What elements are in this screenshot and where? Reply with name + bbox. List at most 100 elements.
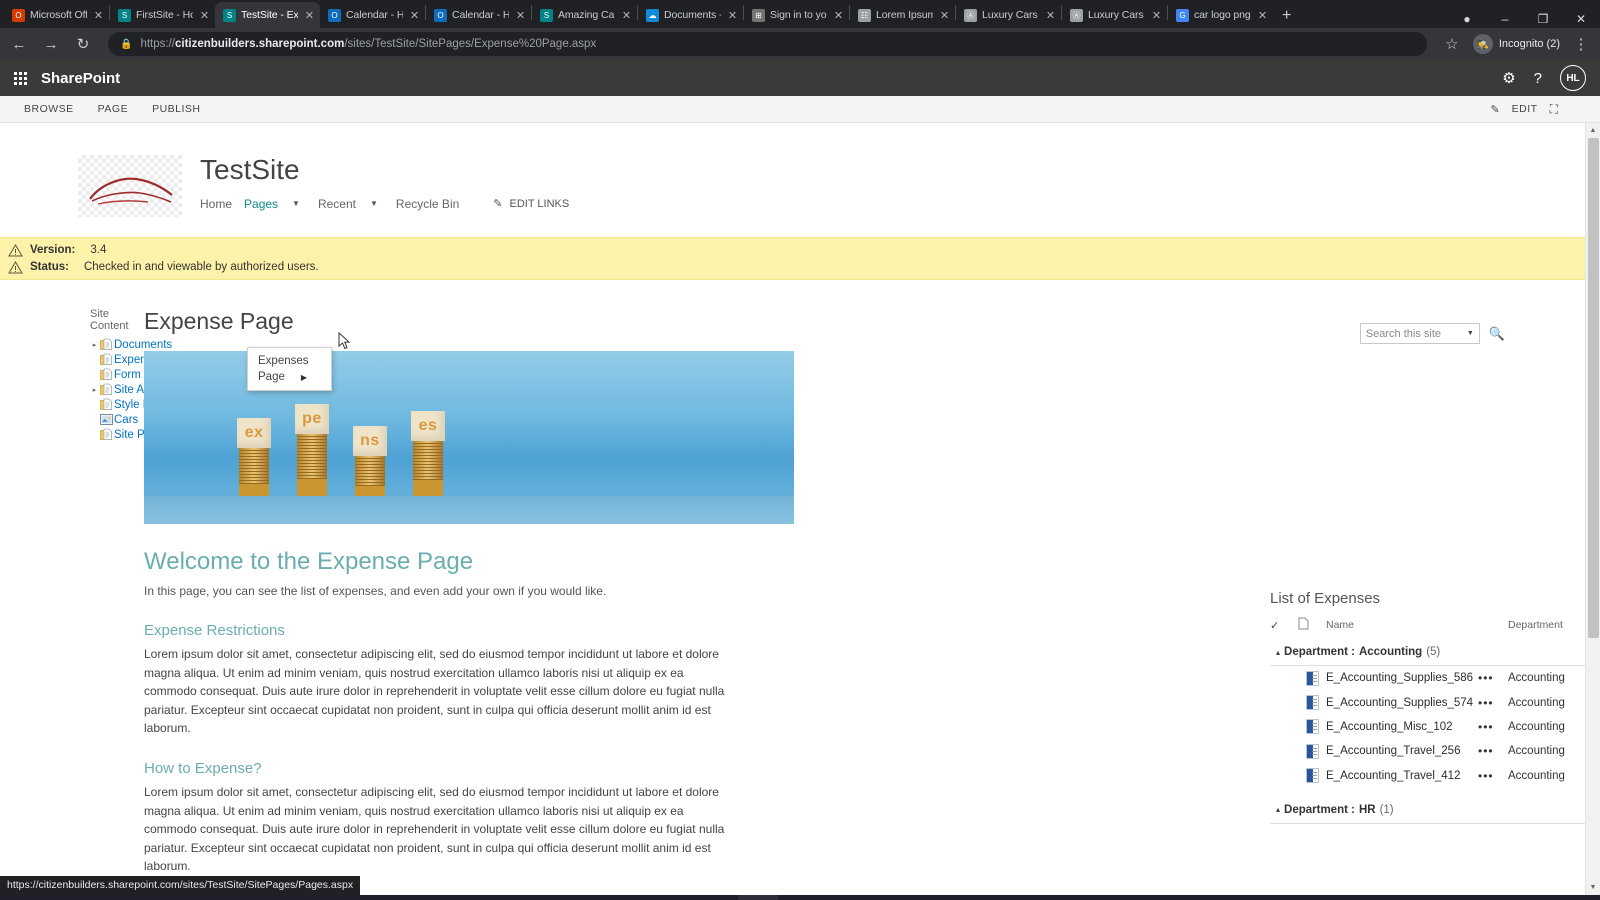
forward-button[interactable]: → [40,36,62,53]
close-button[interactable]: ✕ [1562,12,1600,26]
browser-tab[interactable]: ⒶLuxury Cars -✕ [1062,2,1167,28]
edge-icon[interactable] [418,895,458,900]
incognito-indicator[interactable]: 🕵 Incognito (2) [1473,34,1560,54]
scroll-up-arrow[interactable]: ▲ [1586,123,1600,138]
quick-launch-item-expenses[interactable]: Expenses [90,352,142,367]
row-menu-ellipsis[interactable]: ••• [1478,696,1508,710]
expense-group-header[interactable]: ▴Department : Accounting (5) [1270,640,1600,666]
obs-icon[interactable] [818,895,858,900]
close-icon[interactable]: ✕ [1044,9,1057,22]
quick-launch-item-site-assets[interactable]: ▸Site Assets [90,382,142,397]
paint3d-icon[interactable] [658,895,698,900]
profile-icon[interactable]: ● [1448,12,1486,26]
new-tab-button[interactable]: + [1273,7,1300,25]
site-nav-item-recent[interactable]: Recent [318,193,368,215]
page-scrollbar[interactable]: ▲ ▼ [1585,123,1600,895]
close-icon[interactable]: ✕ [1150,9,1163,22]
chrome-icon[interactable] [738,895,778,900]
expense-group-header[interactable]: ▴Department : HR (1) [1270,798,1600,824]
cortana-icon[interactable] [338,895,378,900]
browser-tab[interactable]: OMicrosoft Offi✕ [4,2,109,28]
search-input[interactable]: Search this site ▼ [1360,323,1480,344]
search-icon[interactable]: 🔍 [1480,326,1505,342]
quick-launch-item-cars[interactable]: Cars [90,412,142,427]
quick-launch-item-form-templates[interactable]: Form Templates [90,367,142,382]
chevron-down-icon[interactable]: ▼ [1467,330,1474,337]
expand-triangle-icon[interactable]: ▸ [90,341,99,349]
scrollbar-thumb[interactable] [1588,138,1599,638]
expense-file-name[interactable]: E_Accounting_Supplies_574 [1326,697,1478,709]
collapse-triangle-icon[interactable]: ▴ [1276,805,1280,814]
folder-icon[interactable] [858,895,898,900]
edit-links-button[interactable]: ✎EDIT LINKS [493,197,569,210]
expense-file-name[interactable]: E_Accounting_Travel_412 [1326,770,1478,782]
linkedin-icon[interactable]: L [538,895,578,900]
help-icon[interactable]: ? [1534,70,1542,87]
expense-file-name[interactable]: E_Accounting_Misc_102 [1326,721,1478,733]
close-icon[interactable]: ✕ [726,9,739,22]
dropdown-item-page[interactable]: Page ▶ [248,369,331,385]
row-menu-ellipsis[interactable]: ••• [1478,769,1508,783]
table-row[interactable]: E_Accounting_Travel_256•••Accounting [1270,739,1600,763]
edit-button[interactable]: EDIT [1512,103,1538,115]
table-row[interactable]: E_Accounting_Travel_412•••Accounting [1270,764,1600,788]
table-row[interactable]: E_Accounting_Supplies_574•••Accounting [1270,690,1600,714]
browser-tab[interactable]: Gcar logo png✕ [1168,2,1273,28]
browser-tab[interactable]: ⒶLuxury Cars -✕ [956,2,1061,28]
browser-tab[interactable]: SAmazing Cars✕ [532,2,637,28]
browser-tab[interactable]: SFirstSite - Hon✕ [110,2,215,28]
row-menu-ellipsis[interactable]: ••• [1478,720,1508,734]
expand-triangle-icon[interactable]: ▸ [90,386,99,394]
site-nav-item-recycle-bin[interactable]: Recycle Bin [396,193,471,215]
quick-launch-item-site-pages[interactable]: Site Pages [90,427,142,442]
file-explorer-icon[interactable] [458,895,498,900]
task-view-icon[interactable] [378,895,418,900]
minimize-button[interactable]: – [1486,12,1524,26]
scroll-down-arrow[interactable]: ▼ [1586,880,1600,895]
microsoft-store-icon[interactable] [498,895,538,900]
close-icon[interactable]: ✕ [1256,9,1269,22]
address-bar[interactable]: 🔒 https://citizenbuilders.sharepoint.com… [108,32,1427,56]
table-row[interactable]: E_Accounting_Supplies_586•••Accounting [1270,666,1600,690]
browser-tab[interactable]: ☷Lorem Ipsum✕ [850,2,955,28]
ribbon-tab-publish[interactable]: PUBLISH [152,103,200,115]
ribbon-tab-browse[interactable]: BROWSE [24,103,74,115]
red-24-app-icon[interactable]: 24 [698,895,738,900]
reload-button[interactable]: ↻ [72,35,94,53]
chevron-down-icon[interactable]: ▼ [368,195,396,212]
ribbon-tab-page[interactable]: PAGE [98,103,128,115]
dropdown-item-expenses[interactable]: Expenses [248,353,331,369]
browser-tab[interactable]: OCalendar - He✕ [426,2,531,28]
close-icon[interactable]: ✕ [620,9,633,22]
expense-file-name[interactable]: E_Accounting_Supplies_586 [1326,672,1478,684]
chrome-menu-button[interactable]: ⋮ [1570,35,1592,53]
onenote-icon[interactable]: N [778,895,818,900]
close-icon[interactable]: ✕ [832,9,845,22]
row-menu-ellipsis[interactable]: ••• [1478,671,1508,685]
avatar[interactable]: HL [1560,65,1586,91]
mail-icon[interactable] [578,895,618,900]
close-icon[interactable]: ✕ [938,9,951,22]
back-button[interactable]: ← [8,36,30,53]
site-nav-item-pages[interactable]: Pages [244,193,290,215]
sharepoint-brand[interactable]: SharePoint [41,70,120,87]
quick-launch-item-documents[interactable]: ▸Documents [90,337,142,352]
close-icon[interactable]: ✕ [198,9,211,22]
bookmark-star-icon[interactable]: ☆ [1441,35,1463,53]
chevron-down-icon[interactable]: ▼ [290,195,318,212]
quick-launch-item-style-library[interactable]: Style Library [90,397,142,412]
table-row[interactable]: E_Accounting_Misc_102•••Accounting [1270,715,1600,739]
browser-tab[interactable]: OCalendar - He✕ [320,2,425,28]
calculator-icon[interactable] [618,895,658,900]
focus-on-content-icon[interactable]: ⛶ [1550,102,1558,117]
excel-icon[interactable]: X [898,895,938,900]
close-icon[interactable]: ✕ [408,9,421,22]
browser-tab[interactable]: ⊞Sign in to you✕ [744,2,849,28]
close-icon[interactable]: ✕ [514,9,527,22]
select-all-checkmark-icon[interactable]: ✓ [1270,619,1298,632]
close-icon[interactable]: ✕ [92,9,105,22]
app-launcher-icon[interactable] [14,72,27,85]
close-icon[interactable]: ✕ [303,9,316,22]
maximize-button[interactable]: ❐ [1524,12,1562,26]
column-header-name[interactable]: Name [1326,619,1508,631]
